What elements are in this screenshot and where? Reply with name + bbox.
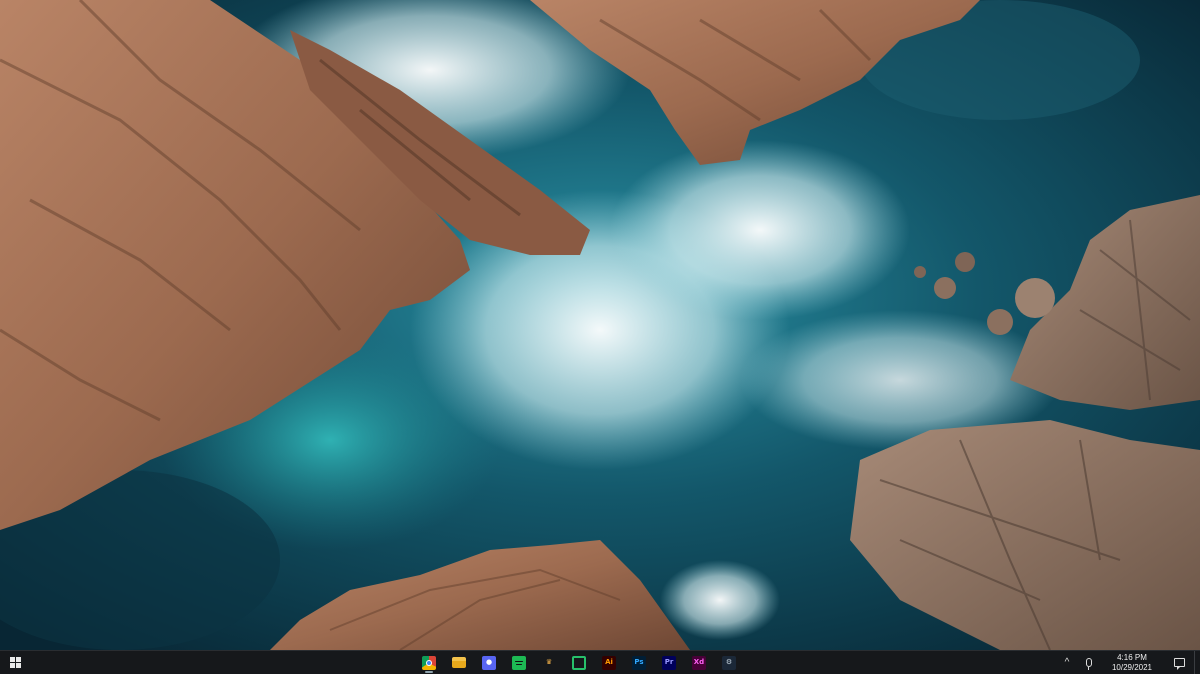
coastline-image xyxy=(0,0,1200,650)
premiere-icon: Pr xyxy=(662,655,676,670)
clock-time: 4:16 PM xyxy=(1117,652,1147,662)
taskbar-app-spotify[interactable] xyxy=(504,651,534,674)
lamp-icon: ♛ xyxy=(545,658,553,666)
taskbar-app-chrome[interactable] xyxy=(414,651,444,674)
show-desktop-button[interactable] xyxy=(1194,651,1200,674)
taskbar: ● ♛ Ai Ps Pr Xd ⚙ ^ 4:16 PM 10/29/2021 xyxy=(0,650,1200,674)
taskbar-app-discord[interactable]: ● xyxy=(474,651,504,674)
taskbar-app-lamp[interactable]: ♛ xyxy=(534,651,564,674)
desktop-wallpaper xyxy=(0,0,1200,650)
running-indicator xyxy=(425,671,433,673)
folder-icon xyxy=(452,657,466,668)
taskbar-apps: ● ♛ Ai Ps Pr Xd ⚙ xyxy=(414,651,744,674)
taskbar-app-premiere[interactable]: Pr xyxy=(654,651,684,674)
taskbar-app-ring[interactable] xyxy=(564,651,594,674)
system-tray: ^ 4:16 PM 10/29/2021 xyxy=(1056,651,1200,674)
xd-icon: Xd xyxy=(692,655,706,670)
spotify-icon xyxy=(512,655,526,670)
microphone-icon xyxy=(1086,658,1092,670)
show-hidden-icons-button[interactable]: ^ xyxy=(1056,651,1078,674)
steam-icon: ⚙ xyxy=(722,655,736,670)
taskbar-app-file-explorer[interactable] xyxy=(444,651,474,674)
clock-date: 10/29/2021 xyxy=(1111,662,1153,672)
chevron-up-icon: ^ xyxy=(1064,657,1070,668)
discord-icon: ● xyxy=(482,655,496,670)
photoshop-icon: Ps xyxy=(632,655,646,670)
taskbar-app-steam[interactable]: ⚙ xyxy=(714,651,744,674)
notification-icon xyxy=(1173,658,1185,670)
start-button[interactable] xyxy=(0,651,30,674)
chrome-icon xyxy=(422,655,436,670)
windows-logo-icon xyxy=(9,657,21,668)
taskbar-app-illustrator[interactable]: Ai xyxy=(594,651,624,674)
clock[interactable]: 4:16 PM 10/29/2021 xyxy=(1100,651,1164,674)
illustrator-icon: Ai xyxy=(602,655,616,670)
microphone-button[interactable] xyxy=(1078,651,1100,674)
ring-icon xyxy=(572,655,586,670)
taskbar-app-xd[interactable]: Xd xyxy=(684,651,714,674)
notification-center-button[interactable] xyxy=(1164,651,1194,674)
taskbar-app-photoshop[interactable]: Ps xyxy=(624,651,654,674)
